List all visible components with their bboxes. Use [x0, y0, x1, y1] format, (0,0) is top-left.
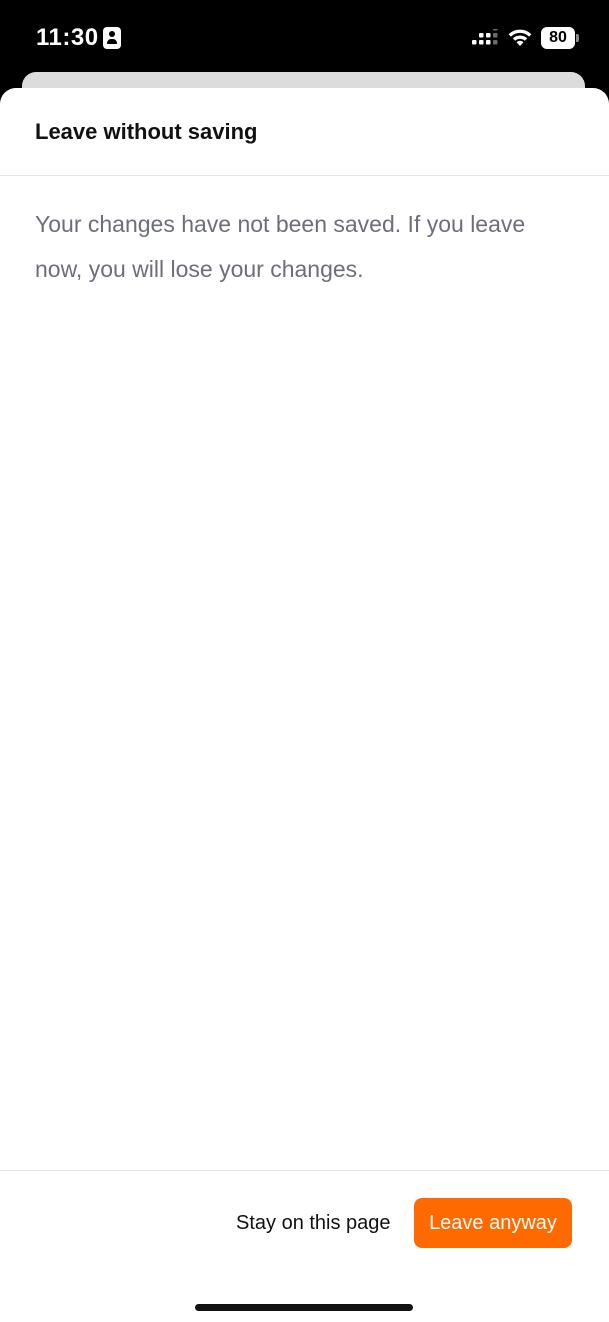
status-time: 11:30: [36, 24, 99, 51]
dialog-header: Leave without saving: [0, 88, 609, 176]
dialog-footer: Stay on this page Leave anyway: [0, 1170, 609, 1322]
leave-anyway-button[interactable]: Leave anyway: [414, 1198, 572, 1248]
leave-dialog-sheet: Leave without saving Your changes have n…: [0, 88, 609, 1322]
battery-cap: [576, 34, 579, 42]
dialog-title: Leave without saving: [35, 119, 258, 144]
battery-icon: 80: [541, 27, 579, 49]
contact-card-icon: [103, 27, 121, 49]
dialog-body: Your changes have not been saved. If you…: [0, 176, 609, 292]
wifi-icon: [508, 29, 532, 46]
screen: 11:30 80 Leave without saving Your chang…: [0, 0, 609, 1322]
dialog-message: Your changes have not been saved. If you…: [35, 211, 526, 282]
status-bar: 11:30 80: [0, 0, 609, 76]
signal-icon: [472, 29, 498, 45]
home-indicator[interactable]: [195, 1304, 413, 1311]
stay-on-page-button[interactable]: Stay on this page: [224, 1199, 403, 1247]
battery-level: 80: [549, 29, 567, 46]
